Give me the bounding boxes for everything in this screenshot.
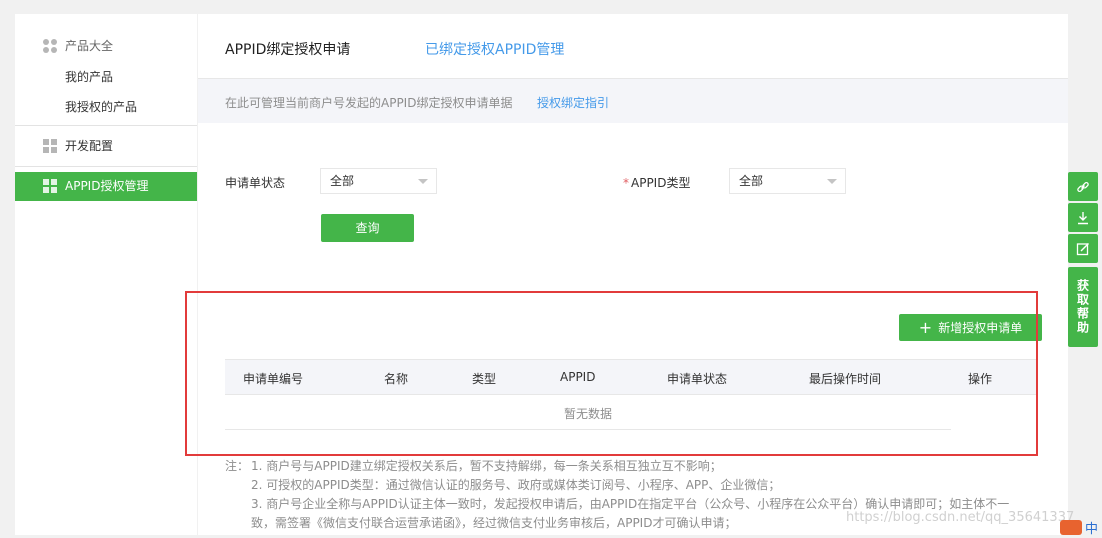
status-select[interactable]: 全部 xyxy=(320,168,437,194)
appid-manage-icon xyxy=(43,179,57,193)
note-text: 2. 可授权的APPID类型：通过微信认证的服务号、政府或媒体类订阅号、小程序、… xyxy=(251,478,781,492)
sidebar-item-dev-config[interactable]: 开发配置 xyxy=(43,136,113,156)
download-button[interactable] xyxy=(1068,203,1098,232)
note-row: 注： 1. 商户号与APPID建立绑定授权关系后，暂不支持解绑，每一条关系相互独… xyxy=(225,457,1035,476)
dev-config-icon xyxy=(43,139,57,153)
edit-icon xyxy=(1076,242,1089,255)
main-panel: APPID绑定授权申请 已绑定授权APPID管理 在此可管理当前商户号发起的AP… xyxy=(198,14,1068,535)
page-title: APPID绑定授权申请 xyxy=(225,42,351,58)
link-button[interactable] xyxy=(1068,172,1098,201)
sidebar-item-appid-manage[interactable]: APPID授权管理 xyxy=(15,172,197,201)
bound-appid-manage-link[interactable]: 已绑定授权APPID管理 xyxy=(425,39,564,59)
appid-type-select-value: 全部 xyxy=(739,174,764,188)
chevron-down-icon xyxy=(827,179,837,184)
sidebar-group-products[interactable]: 产品大全 xyxy=(43,36,113,56)
appid-type-label-text: APPID类型 xyxy=(631,176,691,190)
query-button[interactable]: 查询 xyxy=(321,214,414,242)
sidebar-appid-manage-label: APPID授权管理 xyxy=(65,179,149,193)
edit-button[interactable] xyxy=(1068,234,1098,263)
info-bar: 在此可管理当前商户号发起的APPID绑定授权申请单据 授权绑定指引 xyxy=(198,79,1068,123)
auth-guide-link[interactable]: 授权绑定指引 xyxy=(537,94,609,111)
sidebar: 产品大全 我的产品 我授权的产品 开发配置 APPID授权管理 xyxy=(15,14,197,535)
title-bar: APPID绑定授权申请 已绑定授权APPID管理 xyxy=(198,14,1068,79)
highlight-box xyxy=(185,291,1038,456)
ime-logo-icon: 中 xyxy=(1058,516,1098,537)
sidebar-divider xyxy=(15,125,197,126)
note-text: 致，需签署《微信支付联合运营承诺函》，经过微信支付业务审核后，APPID才可确认… xyxy=(251,516,737,530)
note-text: 1. 商户号与APPID建立绑定授权关系后，暂不支持解绑，每一条关系相互独立互不… xyxy=(251,459,722,473)
appid-type-filter-label: * APPID类型 xyxy=(623,174,690,191)
sidebar-dev-config-label: 开发配置 xyxy=(65,139,114,153)
link-icon xyxy=(1077,181,1089,192)
get-help-button[interactable]: 获取帮助 xyxy=(1068,267,1098,347)
status-filter-label: 申请单状态 xyxy=(225,176,286,190)
svg-text:中: 中 xyxy=(1085,522,1098,535)
sidebar-divider xyxy=(15,166,197,167)
sidebar-item-authorized-products[interactable]: 我授权的产品 xyxy=(65,98,137,115)
sidebar-item-my-products[interactable]: 我的产品 xyxy=(65,68,113,85)
status-select-value: 全部 xyxy=(330,174,355,188)
sidebar-appid-manage-head: APPID授权管理 xyxy=(43,176,148,196)
info-text: 在此可管理当前商户号发起的APPID绑定授权申请单据 xyxy=(225,96,513,110)
download-icon xyxy=(1078,211,1088,224)
sidebar-products-head: 产品大全 xyxy=(65,39,114,53)
required-marker: * xyxy=(623,176,629,190)
note-row: 2. 可授权的APPID类型：通过微信认证的服务号、政府或媒体类订阅号、小程序、… xyxy=(225,476,1035,495)
watermark: https://blog.csdn.net/qq_35641337 xyxy=(846,510,1075,525)
notes-lead: 注： xyxy=(225,459,250,473)
products-icon xyxy=(43,39,57,53)
chevron-down-icon xyxy=(418,179,428,184)
appid-type-select[interactable]: 全部 xyxy=(729,168,846,194)
